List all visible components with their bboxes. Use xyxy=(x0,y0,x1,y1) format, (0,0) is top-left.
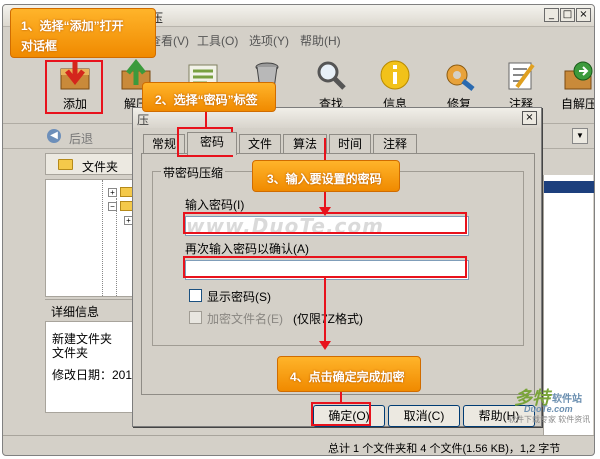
collapse-icon[interactable]: − xyxy=(108,202,117,211)
sfx-label: 自解压 xyxy=(560,97,595,111)
sfx-button[interactable]: 自解压 xyxy=(549,53,595,117)
callout-step1: 1、选择“添加”打开 对话框 xyxy=(10,8,156,58)
tab-time[interactable]: 时间 xyxy=(329,134,371,154)
dialog-close-button[interactable]: × xyxy=(522,111,537,125)
close-button[interactable]: × xyxy=(576,8,591,22)
details-line: 文件夹 xyxy=(52,346,89,360)
tab-files[interactable]: 文件 xyxy=(239,134,281,154)
tab-password[interactable]: 密码 xyxy=(187,132,237,155)
expand-icon[interactable]: + xyxy=(108,188,117,197)
dialog-title: 压 xyxy=(137,113,150,127)
menu-options[interactable]: 选项(Y) xyxy=(249,32,289,49)
selected-row[interactable] xyxy=(544,181,594,193)
comment-icon xyxy=(508,62,535,90)
details-panel: 新建文件夹 文件夹 修改日期：2010- xyxy=(45,321,137,413)
arrow-down-icon xyxy=(319,341,331,350)
highlight-ok xyxy=(311,402,371,426)
menu-help[interactable]: 帮助(H) xyxy=(300,32,341,49)
tab-algorithm[interactable]: 算法 xyxy=(283,134,327,154)
show-password-checkbox[interactable] xyxy=(189,289,202,302)
details-line: 修改日期：2010- xyxy=(52,368,137,382)
folder-panel-label: 文件夹 xyxy=(82,160,119,174)
sfx-icon xyxy=(564,61,593,90)
site-logo: 多特 软件站 DuoTe.com 软件下载专家 软件资讯 xyxy=(508,388,591,424)
folder-icon xyxy=(58,159,73,170)
arrow-down-icon xyxy=(319,207,331,216)
folder-tree[interactable]: + − + xyxy=(45,179,137,297)
callout-step3: 3、输入要设置的密码 xyxy=(252,160,400,192)
group-title: 带密码压缩 xyxy=(161,164,226,181)
info-icon xyxy=(380,60,410,90)
back-button[interactable]: 后退 xyxy=(69,130,93,147)
highlight-add xyxy=(45,60,103,114)
back-arrow-icon[interactable]: ◀ xyxy=(47,129,61,143)
callout-step2: 2、选择“密码”标签 xyxy=(142,82,276,112)
callout-step4: 4、点击确定完成加密 xyxy=(277,356,421,392)
repair-icon xyxy=(446,64,475,91)
find-icon xyxy=(317,61,346,90)
status-bar: 总计 1 个文件夹和 4 个文件(1.56 KB)，1,2 字节 xyxy=(3,435,594,455)
password-label: 输入密码(I) xyxy=(185,198,245,212)
tab-comment[interactable]: 注释 xyxy=(373,134,417,154)
highlight-confirm-input xyxy=(183,256,467,278)
cancel-button[interactable]: 取消(C) xyxy=(388,405,460,427)
details-header: 详细信息 xyxy=(45,299,137,319)
menu-tools[interactable]: 工具(O) xyxy=(197,32,238,49)
maximize-button[interactable]: □ xyxy=(560,8,575,22)
show-password-label[interactable]: 显示密码(S) xyxy=(207,288,271,305)
status-text: 总计 1 个文件夹和 4 个文件(1.56 KB)，1,2 字节 xyxy=(328,443,561,455)
encrypt-note: (仅限7Z格式) xyxy=(293,312,363,326)
address-dropdown-icon[interactable]: ▼ xyxy=(572,128,588,144)
encrypt-filenames-label: 加密文件名(E) xyxy=(207,312,283,326)
confirm-password-label: 再次输入密码以确认(A) xyxy=(185,242,309,256)
encrypt-filenames-checkbox xyxy=(189,311,202,324)
folder-panel-button[interactable]: 文件夹 xyxy=(45,153,133,175)
minimize-button[interactable]: _ xyxy=(544,8,559,22)
